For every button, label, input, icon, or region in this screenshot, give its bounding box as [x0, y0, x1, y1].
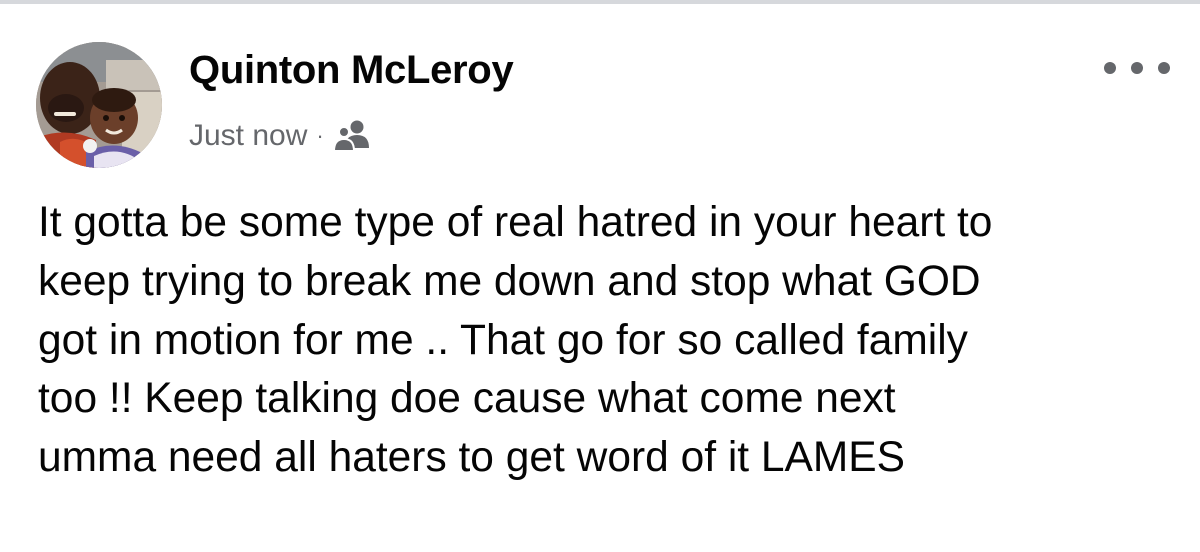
- author-avatar[interactable]: [36, 42, 162, 168]
- meta-separator: ·: [316, 123, 324, 148]
- facebook-post: Quinton McLeroy Just now · It gotta be s…: [0, 0, 1200, 552]
- post-body: It gotta be some type of real hatred in …: [38, 194, 1178, 488]
- more-options-icon[interactable]: [1104, 48, 1170, 88]
- post-text-line: got in motion for me .. That go for so c…: [38, 316, 968, 364]
- more-dot: [1131, 62, 1143, 74]
- post-text-line: too !! Keep talking doe cause what come …: [38, 375, 896, 423]
- more-dot: [1158, 62, 1170, 74]
- post-text-line: umma need all haters to get word of it L…: [38, 434, 905, 482]
- post-text-line: keep trying to break me down and stop wh…: [38, 257, 981, 305]
- post-text-line: It gotta be some type of real hatred in …: [38, 199, 993, 246]
- avatar-photo: [36, 42, 162, 168]
- friends-icon[interactable]: [332, 118, 373, 154]
- more-dot: [1104, 62, 1116, 74]
- post-timestamp[interactable]: Just now: [189, 119, 307, 153]
- post-meta: Just now ·: [189, 116, 373, 156]
- author-name[interactable]: Quinton McLeroy: [189, 44, 514, 96]
